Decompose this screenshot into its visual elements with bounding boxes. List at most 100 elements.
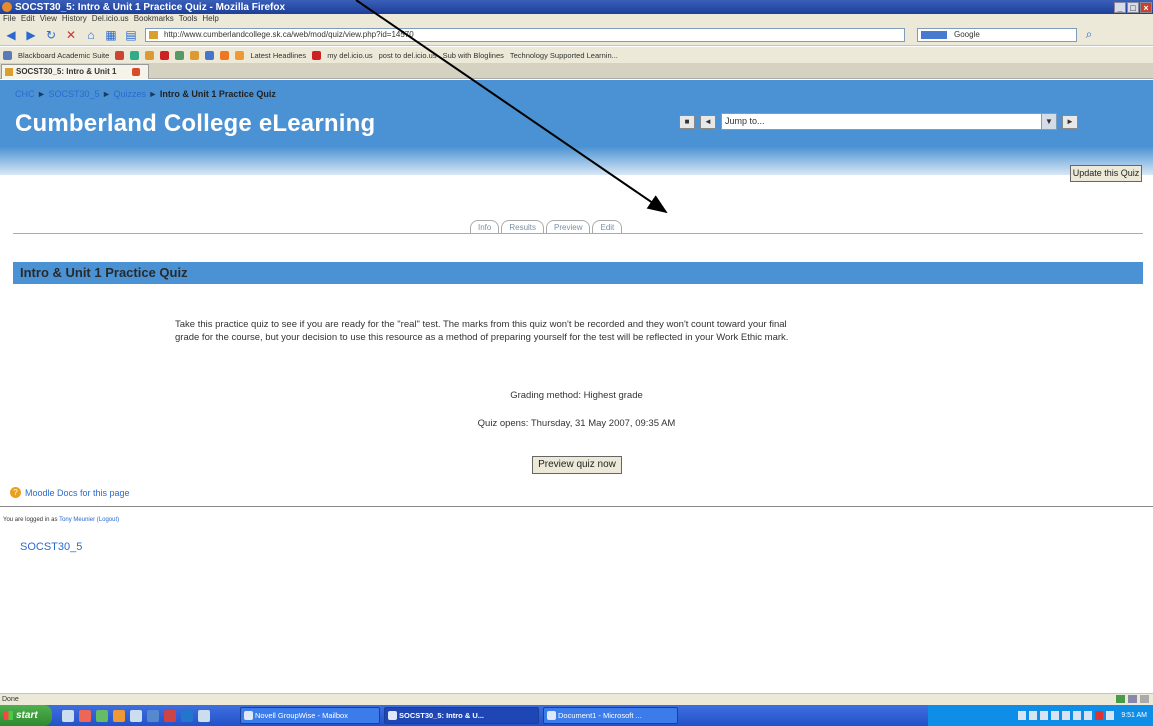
maximize-button[interactable]: □ [1127,1,1139,13]
status-text: Done [2,696,19,703]
grading-method: Grading method: Highest grade [510,390,643,401]
site-name[interactable]: Cumberland College eLearning [15,110,375,138]
status-icons [1116,695,1149,703]
menu-delicious[interactable]: Del.icio.us [92,14,129,24]
bookmark-page-icon[interactable]: ▦ [103,27,119,43]
clock: 9:51 AM [1121,712,1147,719]
window-title-bar: SOCST30_5: Intro & Unit 1 Practice Quiz … [0,0,1153,14]
breadcrumb-root[interactable]: CHC [15,89,35,99]
quick-launch-icon[interactable] [62,709,74,722]
help-icon: ? [10,487,21,498]
bookmark-icon[interactable] [115,50,125,60]
menu-bookmarks[interactable]: Bookmarks [134,14,174,24]
quiz-intro: Take this practice quiz to see if you ar… [175,318,965,344]
status-icon[interactable] [1128,695,1137,703]
menu-icon[interactable]: ■ [679,114,695,129]
tab-results[interactable]: Results [501,220,545,234]
bookmark-blackboard[interactable]: Blackboard Academic Suite [18,51,109,60]
stop-icon[interactable]: ✕ [63,27,79,43]
forward-icon[interactable]: ▶ [23,27,39,43]
reload-icon[interactable]: ↻ [43,27,59,43]
breadcrumb-separator: ► [37,89,46,99]
tab-preview[interactable]: Preview [546,220,591,234]
update-quiz-button[interactable]: Update this Quiz [1070,165,1142,182]
menu-view[interactable]: View [40,14,57,24]
bookmark-icon[interactable] [205,50,215,60]
bookmark-post-delicious[interactable]: post to del.icio.us [379,51,437,60]
url-input[interactable]: http://www.cumberlandcollege.sk.ca/web/m… [145,27,905,42]
home-icon[interactable]: ⌂ [83,27,99,43]
breadcrumb-course[interactable]: SOCST30_5 [48,89,99,99]
bookmark-icon[interactable] [220,50,230,60]
bookmark-icon[interactable] [160,50,170,60]
tray-icon[interactable] [1051,711,1060,720]
bookmark-icon[interactable] [175,50,185,60]
bookmark-icon[interactable] [145,50,155,60]
browser-tab-active[interactable]: SOCST30_5: Intro & Unit 1 Practice ... [1,64,149,89]
bookmark-my-delicious[interactable]: my del.icio.us [327,51,372,60]
login-prefix: You are logged in as [3,517,58,523]
taskbar-task-word[interactable]: Document1 - Microsoft ... [543,707,678,724]
search-input[interactable]: Google [917,27,1077,42]
status-icon[interactable] [1140,695,1149,703]
tab-edit[interactable]: Edit [592,220,623,234]
menu-history[interactable]: History [62,14,87,24]
tray-icon[interactable] [1084,711,1093,720]
moodle-docs-link[interactable]: ? Moodle Docs for this page [10,487,130,498]
course-home-link[interactable]: SOCST30_5 [20,541,82,553]
breadcrumb-separator: ► [148,89,158,99]
quick-launch-icon[interactable] [79,709,91,722]
preview-quiz-button[interactable]: Preview quiz now [532,456,622,474]
menu-edit[interactable]: Edit [21,14,35,24]
firefox-icon [2,2,12,12]
bookmark-latest-headlines[interactable]: Latest Headlines [250,51,306,60]
tray-icon[interactable] [1018,711,1027,720]
menu-help[interactable]: Help [202,14,218,24]
print-icon[interactable]: ▤ [123,27,139,43]
bookmark-icon[interactable] [190,50,200,60]
tray-icon[interactable] [1106,711,1115,720]
tray-icon[interactable] [1062,711,1071,720]
navigation-toolbar: ◀ ▶ ↻ ✕ ⌂ ▦ ▤ http://www.cumberlandcolle… [0,24,1153,46]
tray-icon[interactable] [1040,711,1049,720]
close-button[interactable]: × [1140,1,1152,13]
previous-activity-button[interactable]: ◄ [700,114,716,129]
start-button[interactable]: start [0,705,52,726]
taskbar-task-groupwise[interactable]: Novell GroupWise - Mailbox [240,707,380,724]
quick-launch-icon[interactable] [147,709,159,722]
tray-icon[interactable] [1095,711,1104,720]
bookmark-bloglines[interactable]: Sub with Bloglines [443,51,504,60]
quick-launch-icon[interactable] [96,709,108,722]
jump-to-select[interactable]: Jump to... ▼ [721,113,1057,130]
tray-icon[interactable] [1073,711,1082,720]
next-activity-button[interactable]: ► [1062,114,1078,129]
quick-launch-icon[interactable] [164,709,176,722]
breadcrumb-quizzes[interactable]: Quizzes [113,89,146,99]
bookmark-technology[interactable]: Technology Supported Learnin... [510,51,618,60]
bookmark-icon[interactable] [130,50,140,60]
tray-icon[interactable] [1029,711,1038,720]
menu-tools[interactable]: Tools [179,14,198,24]
quiz-intro-line: grade for the course, but your decision … [175,332,789,343]
menu-file[interactable]: File [3,14,16,24]
user-name-link[interactable]: Tony Meunier [59,517,95,523]
back-icon[interactable]: ◀ [3,27,19,43]
quick-launch-icon[interactable] [113,709,125,722]
taskbar-task-firefox[interactable]: SOCST30_5: Intro & U... [384,707,539,724]
quick-launch-icon[interactable] [198,709,210,722]
moodle-docs-label[interactable]: Moodle Docs for this page [25,488,130,498]
status-icon[interactable] [1116,695,1125,703]
minimize-button[interactable]: _ [1114,1,1126,13]
jump-to-nav: ■ ◄ Jump to... ▼ ► [679,113,1078,130]
windows-taskbar: start Novell GroupWise - Mailbox SOCST30… [0,705,1153,726]
quick-launch-icon[interactable] [130,709,142,722]
bookmark-icon[interactable] [312,50,322,60]
tab-close-icon[interactable] [132,68,140,76]
tab-info[interactable]: Info [470,220,500,234]
bookmark-folder-icon [3,50,12,60]
quiz-opens: Quiz opens: Thursday, 31 May 2007, 09:35… [477,418,676,429]
search-go-icon[interactable]: ⌕ [1081,27,1097,43]
logout-link[interactable]: (Logout) [97,517,119,523]
quick-launch-icon[interactable] [181,709,193,722]
footer-divider [0,506,1153,507]
